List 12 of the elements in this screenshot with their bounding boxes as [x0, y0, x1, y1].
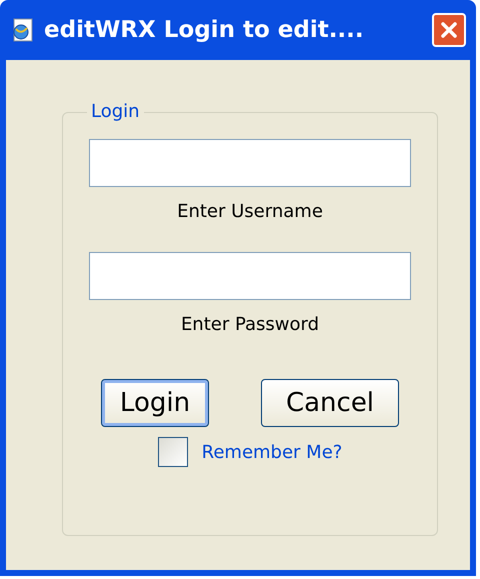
cancel-button[interactable]: Cancel: [261, 379, 399, 427]
text-field[interactable]: [89, 139, 411, 187]
field-label: Enter Username: [177, 201, 323, 222]
login-button[interactable]: Login: [101, 379, 209, 427]
field-label: Enter Password: [180, 314, 320, 335]
text-field[interactable]: [89, 252, 411, 300]
checkbox[interactable]: [158, 437, 188, 467]
group-legend: Login: [87, 101, 144, 122]
checkbox-label[interactable]: Remember Me?: [202, 442, 342, 462]
close-icon: [439, 20, 459, 40]
close-button[interactable]: [432, 13, 466, 47]
window-title: editWRX Login to edit....: [44, 17, 365, 43]
